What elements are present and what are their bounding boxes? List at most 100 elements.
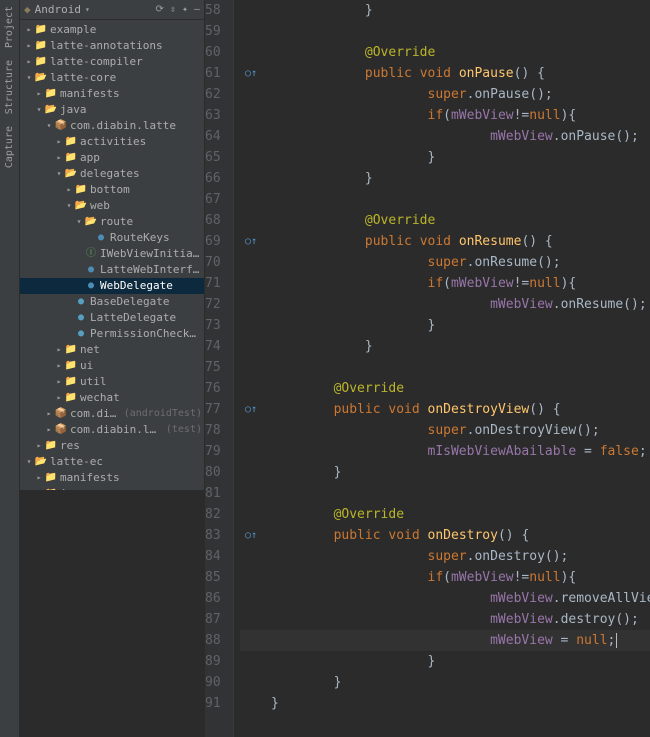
- tree-item[interactable]: ▾📂latte-ec: [20, 454, 204, 470]
- code-line[interactable]: [240, 21, 650, 42]
- line-number[interactable]: 66: [205, 168, 221, 189]
- code-line[interactable]: public void onResume() {: [240, 231, 650, 252]
- code-line[interactable]: super.onResume();: [240, 252, 650, 273]
- tree-item[interactable]: ●WebDelegate: [20, 278, 204, 294]
- expand-arrow-icon[interactable]: ▸: [24, 38, 34, 54]
- line-number[interactable]: 74: [205, 336, 221, 357]
- tool-tab-structure[interactable]: Structure: [4, 54, 15, 120]
- code-line[interactable]: [240, 483, 650, 504]
- line-number[interactable]: 89: [205, 651, 221, 672]
- tree-item[interactable]: ▸📁net: [20, 342, 204, 358]
- code-line[interactable]: @Override: [240, 504, 650, 525]
- expand-arrow-icon[interactable]: ▾: [54, 166, 64, 182]
- code-line[interactable]: super.onDestroyView();: [240, 420, 650, 441]
- code-line[interactable]: mWebView.destroy();: [240, 609, 650, 630]
- code-line[interactable]: super.onDestroy();: [240, 546, 650, 567]
- line-number[interactable]: 87: [205, 609, 221, 630]
- tree-item[interactable]: ▾📦com.diabin.latte: [20, 118, 204, 134]
- expand-arrow-icon[interactable]: ▾: [64, 198, 74, 214]
- code-line[interactable]: if(mWebView!=null){: [240, 567, 650, 588]
- code-line[interactable]: }: [240, 147, 650, 168]
- line-number[interactable]: 71: [205, 273, 221, 294]
- expand-arrow-icon[interactable]: ▸: [54, 134, 64, 150]
- code-line[interactable]: }: [240, 336, 650, 357]
- expand-arrow-icon[interactable]: ▸: [34, 86, 44, 102]
- line-number[interactable]: 86: [205, 588, 221, 609]
- line-number[interactable]: 77○↑: [205, 399, 221, 420]
- line-number[interactable]: 83○↑: [205, 525, 221, 546]
- expand-arrow-icon[interactable]: ▾: [44, 118, 54, 134]
- line-number[interactable]: 88: [205, 630, 221, 651]
- line-number[interactable]: 70: [205, 252, 221, 273]
- code-line[interactable]: }: [240, 168, 650, 189]
- expand-arrow-icon[interactable]: ▸: [34, 438, 44, 454]
- code-line[interactable]: [240, 357, 650, 378]
- tree-item[interactable]: ▸📁app: [20, 150, 204, 166]
- code-line[interactable]: }: [240, 315, 650, 336]
- tree-item[interactable]: ▾📂web: [20, 198, 204, 214]
- tree-item[interactable]: ●LatteDelegate: [20, 310, 204, 326]
- expand-arrow-icon[interactable]: ▾: [74, 214, 84, 230]
- line-number[interactable]: 72: [205, 294, 221, 315]
- expand-arrow-icon[interactable]: ▸: [44, 422, 54, 438]
- line-number[interactable]: 80: [205, 462, 221, 483]
- tree-item[interactable]: ⒾIWebViewInitializer: [20, 246, 204, 262]
- tree-item[interactable]: ▸📁latte-compiler: [20, 54, 204, 70]
- line-number[interactable]: 91: [205, 693, 221, 714]
- tool-tab-project[interactable]: Project: [4, 0, 15, 54]
- code-line[interactable]: mWebView = null;: [240, 630, 650, 651]
- tree-item[interactable]: ▸📁bottom: [20, 182, 204, 198]
- code-line[interactable]: @Override: [240, 42, 650, 63]
- tree-item[interactable]: ▾📂delegates: [20, 166, 204, 182]
- line-number[interactable]: 63: [205, 105, 221, 126]
- code-line[interactable]: @Override: [240, 210, 650, 231]
- line-number[interactable]: 90: [205, 672, 221, 693]
- tree-item[interactable]: ▸📁res: [20, 438, 204, 454]
- expand-arrow-icon[interactable]: ▸: [24, 54, 34, 70]
- code-line[interactable]: if(mWebView!=null){: [240, 105, 650, 126]
- tree-item[interactable]: ▸📁manifests: [20, 86, 204, 102]
- editor-gutter[interactable]: 58596061○↑6263646566676869○↑707172737475…: [205, 0, 234, 737]
- tree-item[interactable]: ▸📁ui: [20, 358, 204, 374]
- tree-item[interactable]: ▾📂route: [20, 214, 204, 230]
- settings-icon[interactable]: ✦: [182, 4, 188, 15]
- code-line[interactable]: public void onPause() {: [240, 63, 650, 84]
- expand-arrow-icon[interactable]: ▸: [54, 374, 64, 390]
- code-line[interactable]: public void onDestroy() {: [240, 525, 650, 546]
- expand-arrow-icon[interactable]: ▸: [54, 342, 64, 358]
- expand-arrow-icon[interactable]: ▸: [24, 22, 34, 38]
- editor-code-area[interactable]: } @Override public void onPause() { supe…: [234, 0, 650, 737]
- line-number[interactable]: 82: [205, 504, 221, 525]
- line-number[interactable]: 60: [205, 42, 221, 63]
- override-marker-icon[interactable]: ○↑: [243, 525, 259, 546]
- line-number[interactable]: 67: [205, 189, 221, 210]
- code-editor[interactable]: 58596061○↑6263646566676869○↑707172737475…: [205, 0, 650, 737]
- tree-item[interactable]: ●PermissionCheckerDelegate: [20, 326, 204, 342]
- tree-item[interactable]: ▾📂java: [20, 102, 204, 118]
- tree-item[interactable]: ▸📦com.diabin.latte(test): [20, 422, 204, 438]
- expand-arrow-icon[interactable]: ▸: [54, 390, 64, 406]
- code-line[interactable]: [240, 189, 650, 210]
- line-number[interactable]: 75: [205, 357, 221, 378]
- line-number[interactable]: 65: [205, 147, 221, 168]
- code-line[interactable]: if(mWebView!=null){: [240, 273, 650, 294]
- code-line[interactable]: mWebView.onResume();: [240, 294, 650, 315]
- tree-item[interactable]: ▸📁manifests: [20, 470, 204, 486]
- line-number[interactable]: 59: [205, 21, 221, 42]
- line-number[interactable]: 58: [205, 0, 221, 21]
- code-line[interactable]: }: [240, 672, 650, 693]
- code-line[interactable]: @Override: [240, 378, 650, 399]
- override-marker-icon[interactable]: ○↑: [243, 63, 259, 84]
- line-number[interactable]: 84: [205, 546, 221, 567]
- line-number[interactable]: 81: [205, 483, 221, 504]
- hide-icon[interactable]: —: [194, 4, 200, 15]
- expand-arrow-icon[interactable]: ▸: [34, 486, 44, 490]
- tree-item[interactable]: ●BaseDelegate: [20, 294, 204, 310]
- tree-item[interactable]: ▸📁util: [20, 374, 204, 390]
- autoscroll-icon[interactable]: ⇳: [170, 4, 176, 15]
- project-view-selector[interactable]: ◆ Android ▾: [24, 3, 156, 16]
- project-tree[interactable]: ▸📁example▸📁latte-annotations▸📁latte-comp…: [20, 20, 204, 490]
- code-line[interactable]: super.onPause();: [240, 84, 650, 105]
- tree-item[interactable]: ▸📁activities: [20, 134, 204, 150]
- tree-item[interactable]: ▾📂latte-core: [20, 70, 204, 86]
